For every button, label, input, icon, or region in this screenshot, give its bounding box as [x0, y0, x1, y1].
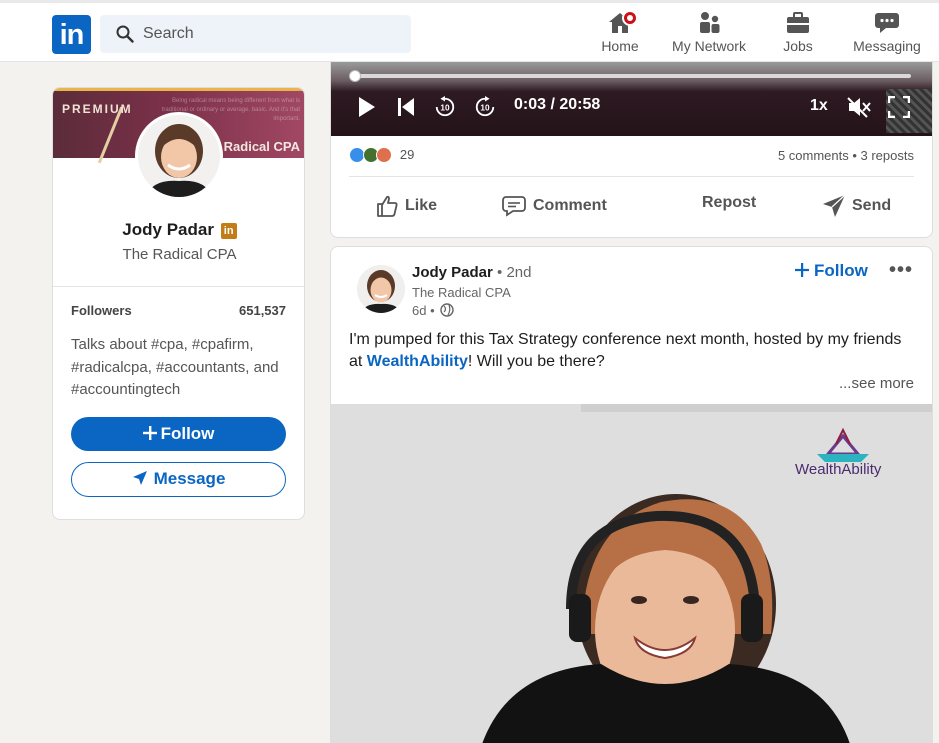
svg-text:10: 10 — [480, 104, 490, 113]
skip-back-icon[interactable] — [397, 96, 415, 118]
followers-row: Followers 651,537 — [71, 303, 286, 318]
network-icon — [700, 12, 720, 33]
messaging-icon — [875, 13, 899, 33]
top-navigation: in Search Home My Network Jobs Messaging — [0, 0, 939, 62]
premium-label: PREMIUM — [62, 102, 133, 116]
wealthability-mention-link[interactable]: WealthAbility — [367, 353, 468, 370]
talks-about: Talks about #cpa, #cpafirm, #radicalcpa,… — [71, 336, 279, 398]
nav-jobs-label: Jobs — [783, 38, 813, 54]
nav-home[interactable]: Home — [600, 10, 640, 59]
avatar[interactable] — [135, 112, 223, 200]
send-icon — [823, 194, 846, 217]
nav-home-label: Home — [601, 38, 639, 54]
reactions-summary[interactable]: 29 — [349, 146, 414, 163]
fullscreen-icon[interactable] — [888, 96, 910, 118]
repost-button[interactable]: Repost — [702, 194, 756, 212]
nav-messaging-label: Messaging — [853, 38, 921, 54]
search-input[interactable]: Search — [100, 15, 411, 53]
plus-icon — [795, 263, 809, 277]
see-more-link[interactable]: ...see more — [839, 375, 914, 392]
feed-post: Jody Padar • 2nd The Radical CPA 6d • Fo… — [330, 246, 933, 743]
post-age: 6d • — [412, 303, 435, 318]
comments-reposts-count[interactable]: 5 comments • 3 reposts — [778, 148, 914, 163]
profile-card: PREMIUM Being radical means being differ… — [52, 87, 305, 520]
like-button[interactable]: Like — [375, 194, 437, 218]
nav-network-label: My Network — [672, 38, 746, 54]
comment-button[interactable]: Comment — [501, 194, 607, 218]
more-options-button[interactable]: ••• — [889, 259, 913, 282]
author-name[interactable]: Jody Padar • 2nd — [412, 264, 532, 281]
video-post: 10 10 0:03 / 20:58 1x 29 5 comments • 3 … — [330, 62, 933, 238]
connection-degree: • 2nd — [497, 264, 532, 281]
thumbs-up-icon — [377, 195, 398, 217]
video-time: 0:03 / 20:58 — [514, 96, 601, 113]
love-reaction-icon — [376, 146, 393, 163]
send-button[interactable]: Send — [822, 194, 891, 218]
rewind-10-icon[interactable]: 10 — [433, 96, 457, 118]
video-player[interactable]: 10 10 0:03 / 20:58 1x — [331, 62, 932, 136]
wealthability-logo-text: WealthAbility — [795, 461, 882, 478]
banner-brand: Radical CPA — [223, 139, 300, 154]
message-button[interactable]: Message — [71, 462, 286, 497]
nav-my-network[interactable]: My Network — [670, 11, 748, 59]
post-image[interactable]: WealthAbility — [331, 404, 932, 743]
author-avatar[interactable] — [357, 265, 405, 313]
plus-icon — [142, 426, 157, 440]
followers-count: 651,537 — [239, 303, 286, 318]
nav-jobs[interactable]: Jobs — [778, 11, 818, 59]
notification-badge — [622, 10, 638, 26]
post-text: I'm pumped for this Tax Strategy confere… — [349, 331, 902, 370]
playback-speed-button[interactable]: 1x — [810, 97, 828, 115]
profile-subtitle: The Radical CPA — [122, 246, 237, 263]
forward-10-icon[interactable]: 10 — [473, 96, 497, 118]
author-headline: The Radical CPA — [412, 285, 511, 300]
briefcase-icon — [787, 12, 809, 33]
premium-in-badge: in — [220, 223, 237, 239]
svg-text:10: 10 — [440, 104, 450, 113]
nav-messaging[interactable]: Messaging — [852, 11, 922, 59]
send-icon — [132, 471, 147, 485]
webcam-photo — [331, 404, 932, 743]
video-progress-handle[interactable] — [349, 70, 361, 82]
comment-icon — [502, 196, 526, 217]
followers-label: Followers — [71, 303, 132, 318]
search-placeholder: Search — [143, 25, 194, 42]
video-progress-track[interactable] — [353, 74, 911, 78]
linkedin-logo[interactable]: in — [52, 15, 91, 54]
reaction-count: 29 — [399, 147, 415, 163]
profile-name[interactable]: Jody Padar in — [53, 220, 304, 240]
post-meta: 6d • — [412, 303, 454, 318]
mute-icon[interactable] — [847, 96, 871, 118]
follow-button[interactable]: Follow — [71, 417, 286, 451]
follow-author-button[interactable]: Follow — [795, 261, 868, 281]
search-icon — [116, 25, 134, 43]
play-icon[interactable] — [357, 96, 377, 118]
globe-icon — [440, 303, 454, 317]
